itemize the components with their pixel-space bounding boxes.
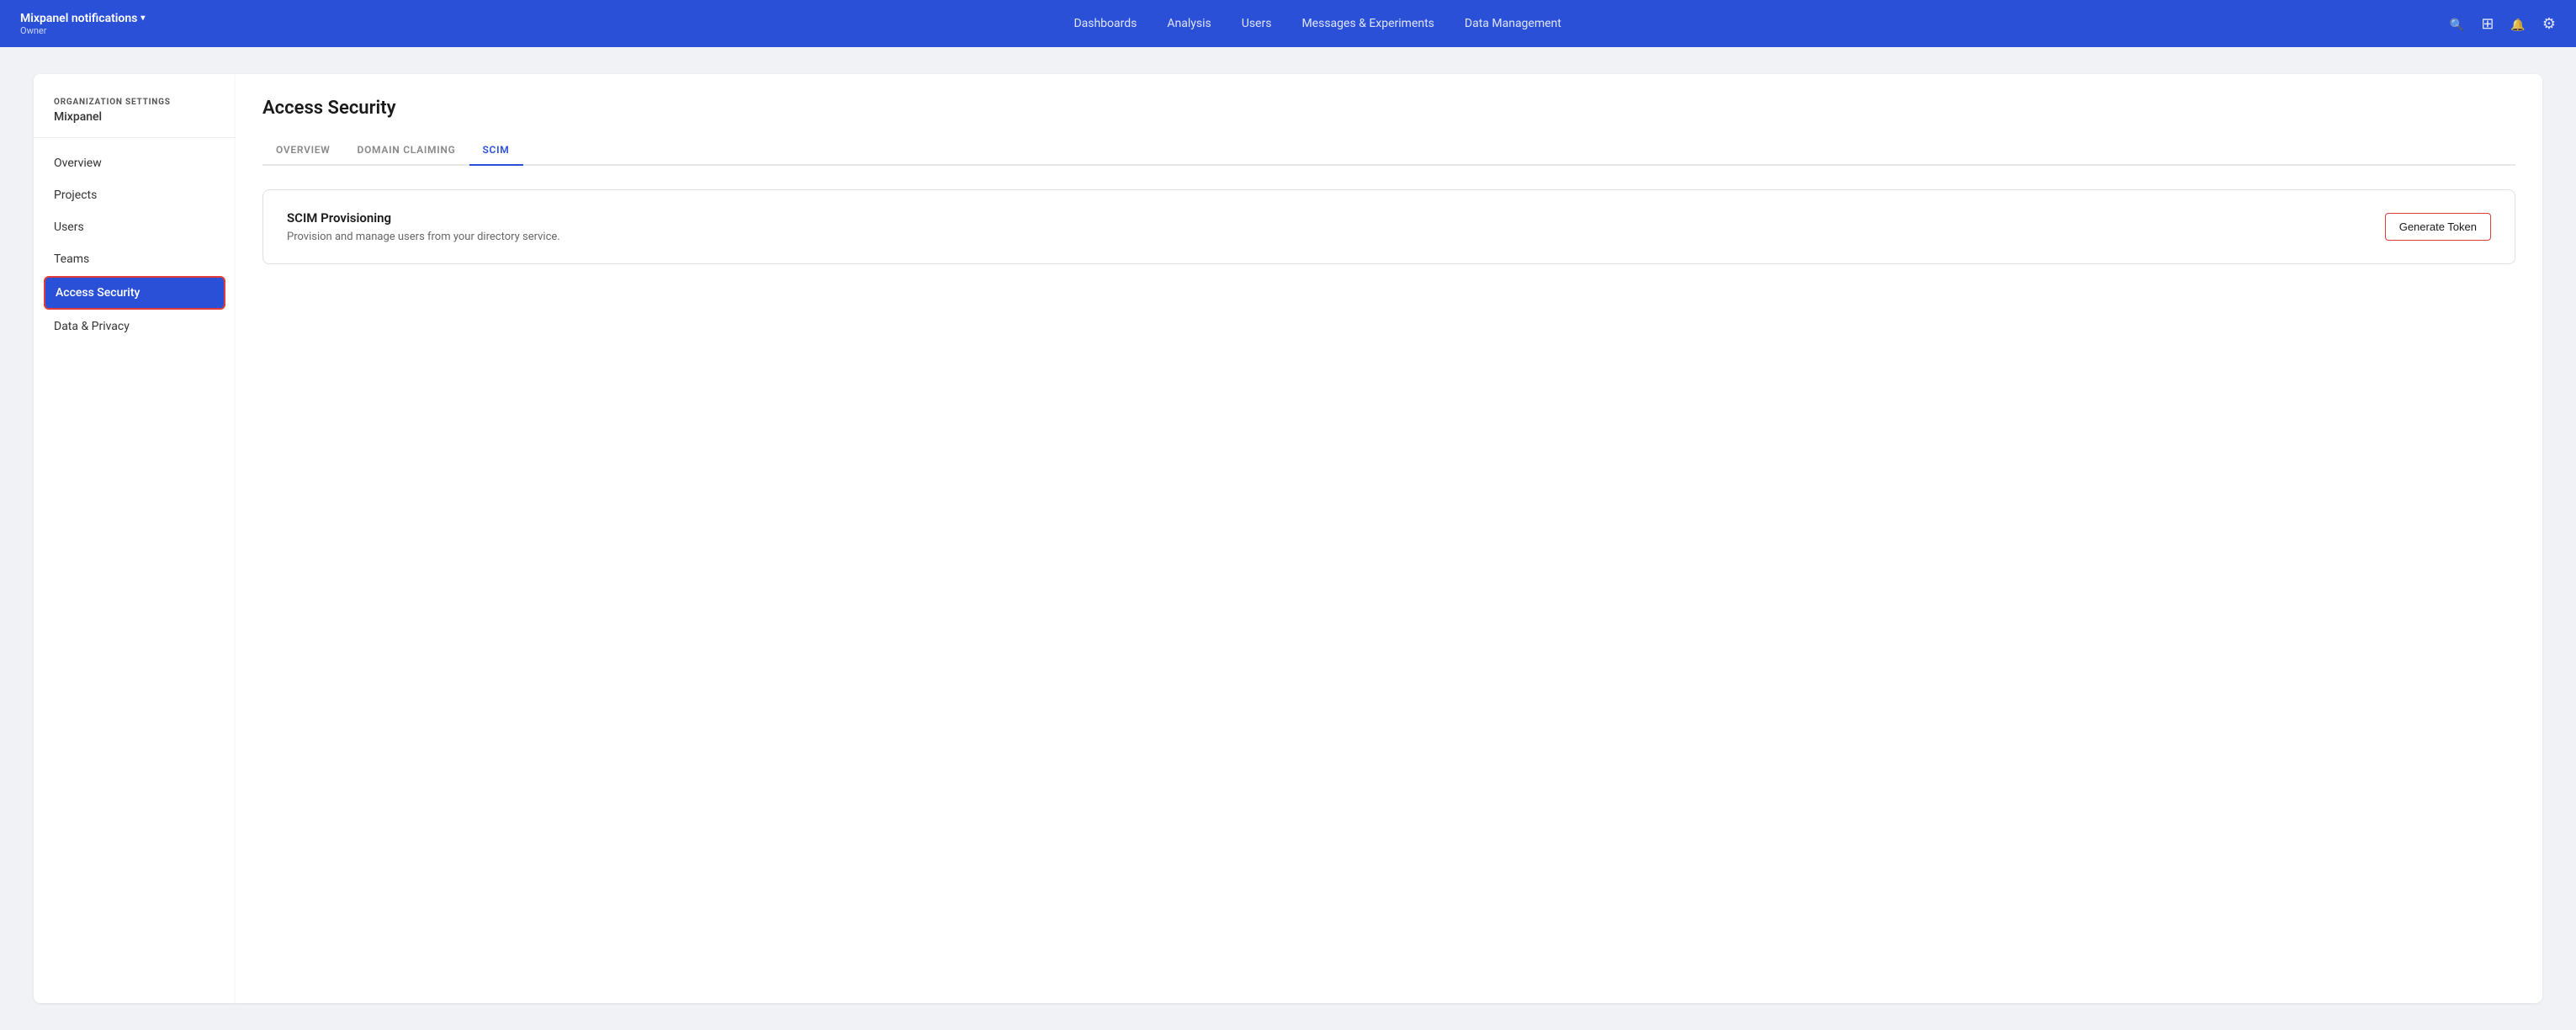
brand-role: Owner xyxy=(20,25,145,36)
sidebar-item-access-security[interactable]: Access Security xyxy=(44,276,225,310)
nav-messages-experiments[interactable]: Messages & Experiments xyxy=(1301,17,1434,30)
generate-token-button[interactable]: Generate Token xyxy=(2385,213,2491,241)
sidebar-org-name: Mixpanel xyxy=(54,110,215,124)
nav-analysis[interactable]: Analysis xyxy=(1167,17,1211,30)
topnav-actions xyxy=(2450,15,2556,33)
sidebar-item-overview[interactable]: Overview xyxy=(44,148,225,178)
sidebar-nav: Overview Projects Users Teams Access Sec… xyxy=(34,148,236,342)
main-layout: ORGANIZATION SETTINGS Mixpanel Overview … xyxy=(0,47,2576,1030)
page-title: Access Security xyxy=(262,98,2515,119)
scim-description: Provision and manage users from your dir… xyxy=(287,231,560,243)
sidebar: ORGANIZATION SETTINGS Mixpanel Overview … xyxy=(34,74,236,1003)
nav-data-management[interactable]: Data Management xyxy=(1465,17,1561,30)
settings-icon[interactable] xyxy=(2542,15,2556,33)
scim-info: SCIM Provisioning Provision and manage u… xyxy=(287,210,560,243)
bell-icon[interactable] xyxy=(2510,15,2525,33)
brand-name-text: Mixpanel notifications xyxy=(20,12,137,25)
scim-title: SCIM Provisioning xyxy=(287,210,560,226)
tab-domain-claiming[interactable]: DOMAIN CLAIMING xyxy=(344,135,469,166)
nav-links: Dashboards Analysis Users Messages & Exp… xyxy=(185,17,2449,30)
sidebar-header: ORGANIZATION SETTINGS Mixpanel xyxy=(34,98,236,138)
tabs: OVERVIEW DOMAIN CLAIMING SCIM xyxy=(262,135,2515,166)
brand-name: Mixpanel notifications ▾ xyxy=(20,12,145,25)
scim-provisioning-card: SCIM Provisioning Provision and manage u… xyxy=(262,189,2515,264)
search-icon[interactable] xyxy=(2450,15,2464,33)
sidebar-item-teams[interactable]: Teams xyxy=(44,244,225,274)
sidebar-org-label: ORGANIZATION SETTINGS xyxy=(54,98,215,107)
brand-logo[interactable]: Mixpanel notifications ▾ Owner xyxy=(20,12,145,36)
sidebar-item-projects[interactable]: Projects xyxy=(44,180,225,210)
top-navigation: Mixpanel notifications ▾ Owner Dashboard… xyxy=(0,0,2576,47)
tab-overview[interactable]: OVERVIEW xyxy=(262,135,344,166)
nav-dashboards[interactable]: Dashboards xyxy=(1073,17,1137,30)
grid-icon[interactable] xyxy=(2481,15,2494,33)
tab-scim[interactable]: SCIM xyxy=(469,135,523,166)
nav-users[interactable]: Users xyxy=(1242,17,1272,30)
main-content: Access Security OVERVIEW DOMAIN CLAIMING… xyxy=(236,74,2542,1003)
sidebar-item-data-privacy[interactable]: Data & Privacy xyxy=(44,311,225,342)
sidebar-item-users[interactable]: Users xyxy=(44,212,225,242)
brand-chevron-icon: ▾ xyxy=(140,13,145,23)
